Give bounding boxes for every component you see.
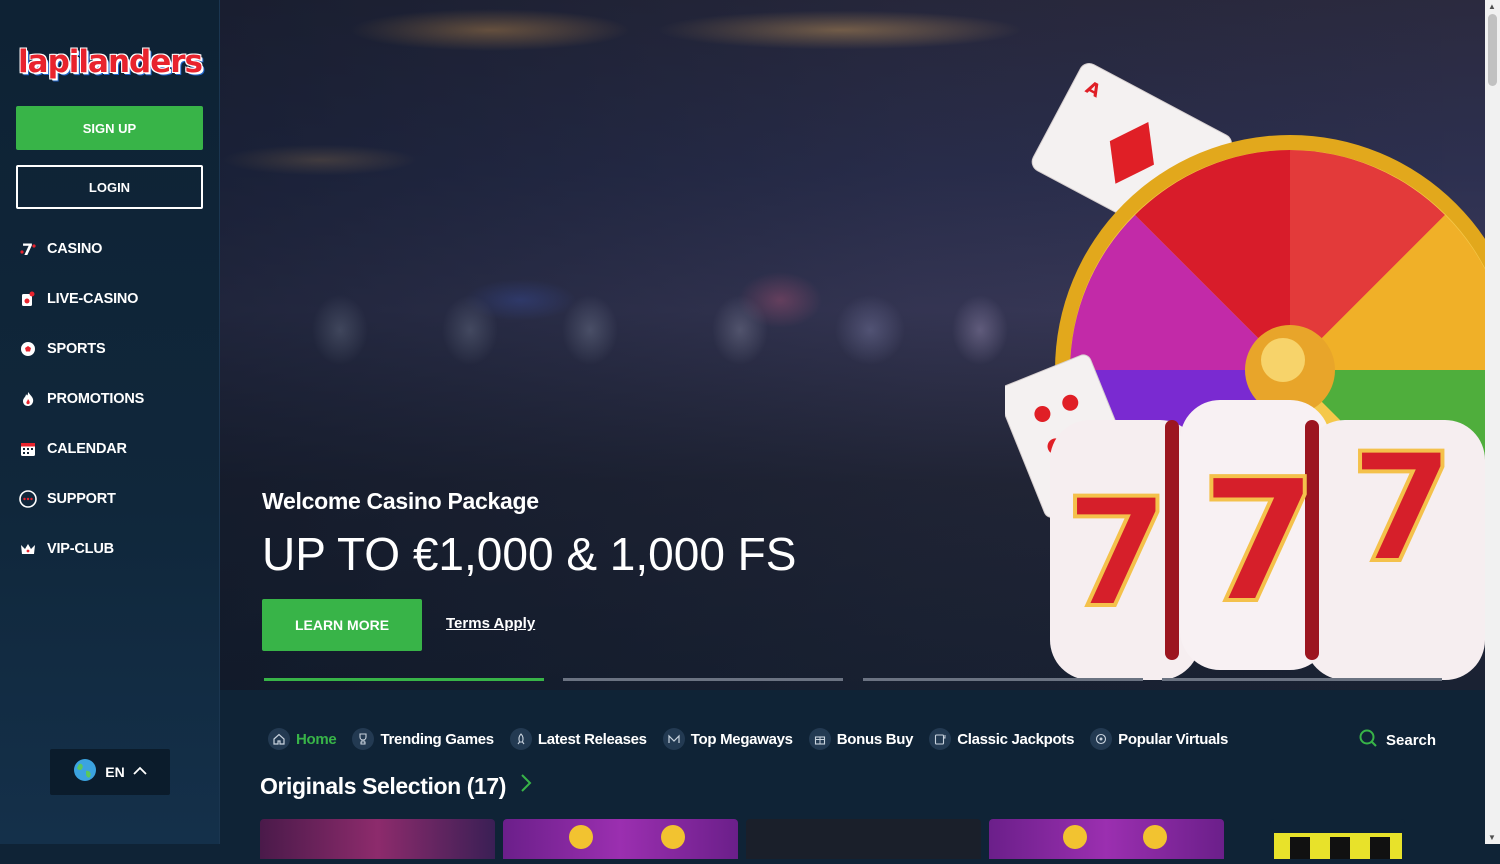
scroll-up-arrow-icon[interactable]: ▲: [1488, 2, 1496, 11]
svg-text:7: 7: [1200, 443, 1318, 641]
nav-item-support[interactable]: SUPPORT: [0, 474, 220, 524]
tab-label: Trending Games: [380, 730, 494, 748]
globe-icon: [73, 758, 97, 787]
home-icon: [268, 728, 290, 750]
brand-logo[interactable]: lapilanders: [18, 36, 203, 88]
search-label: Search: [1386, 732, 1437, 749]
slide-indicator-4[interactable]: [1162, 678, 1442, 681]
svg-text:7: 7: [1065, 467, 1169, 641]
game-tile[interactable]: [746, 819, 981, 859]
sidebar: lapilanders SIGN UP LOGIN 7 CASINO LIVE-…: [0, 0, 220, 844]
tab-label: Popular Virtuals: [1118, 730, 1229, 748]
tab-home[interactable]: Home: [268, 728, 337, 750]
svg-text:7: 7: [22, 240, 33, 258]
slide-indicator-1[interactable]: [264, 678, 544, 681]
trophy-icon: [352, 728, 375, 750]
tab-latest-releases[interactable]: Latest Releases: [509, 728, 647, 750]
hero-subtitle: Welcome Casino Package: [262, 488, 539, 514]
nav-item-promotions[interactable]: PROMOTIONS: [0, 374, 220, 424]
nav-label: CALENDAR: [47, 441, 127, 457]
page-scrollbar[interactable]: ▲ ▼: [1485, 0, 1500, 844]
language-selector[interactable]: EN: [50, 749, 170, 795]
hero-banner: A 7 7 7 Welcome Casino Package UP TO €1,…: [220, 0, 1485, 690]
nav-label: SUPPORT: [47, 491, 116, 507]
slot-art-icon: [1274, 833, 1402, 859]
slide-indicator-3[interactable]: [863, 678, 1143, 681]
tab-label: Home: [296, 730, 337, 748]
soccer-ball-icon: [18, 339, 38, 359]
nav-item-vip-club[interactable]: VIP-CLUB: [0, 524, 220, 574]
slide-indicator-2[interactable]: [563, 678, 843, 681]
category-tabs: Home Trending Games Latest Releases Top …: [268, 725, 1228, 753]
tab-trending-games[interactable]: Trending Games: [352, 728, 494, 750]
tab-label: Latest Releases: [537, 730, 647, 748]
game-tile[interactable]: [989, 819, 1224, 859]
logo-text: lapilanders: [18, 44, 203, 80]
nav-item-casino[interactable]: 7 CASINO: [0, 224, 220, 274]
tab-popular-virtuals[interactable]: Popular Virtuals: [1090, 728, 1228, 750]
chevron-right-icon: [520, 772, 532, 800]
megaways-icon: [662, 728, 685, 750]
terms-apply-link[interactable]: Terms Apply: [446, 615, 535, 632]
login-button[interactable]: LOGIN: [16, 165, 203, 209]
flame-icon: [18, 389, 38, 409]
calendar-icon: [18, 439, 38, 459]
coins-icon: [569, 825, 685, 849]
game-tile[interactable]: [1270, 819, 1405, 859]
chat-icon: [18, 489, 38, 509]
nav-item-live-casino[interactable]: LIVE-CASINO: [0, 274, 220, 324]
game-tile[interactable]: [503, 819, 738, 859]
slot-machine-icon: [929, 728, 952, 750]
nav-label: LIVE-CASINO: [47, 291, 139, 307]
chevron-up-icon: [133, 763, 147, 781]
tab-label: Bonus Buy: [836, 730, 914, 748]
tab-bonus-buy[interactable]: Bonus Buy: [808, 728, 914, 750]
hero-slot-illustration: A 7 7 7: [1005, 63, 1485, 680]
live-card-icon: [18, 289, 38, 309]
search-icon: [1358, 728, 1378, 753]
scrollbar-thumb[interactable]: [1488, 14, 1497, 86]
hero-title: UP TO €1,000 & 1,000 FS: [262, 528, 797, 580]
tab-top-megaways[interactable]: Top Megaways: [662, 728, 793, 750]
svg-text:7: 7: [1350, 422, 1454, 596]
nav-item-calendar[interactable]: CALENDAR: [0, 424, 220, 474]
section-header[interactable]: Originals Selection (17): [260, 772, 532, 800]
crown-icon: [18, 539, 38, 559]
nav-label: VIP-CLUB: [47, 541, 114, 557]
nav-item-sports[interactable]: SPORTS: [0, 324, 220, 374]
nav-label: SPORTS: [47, 341, 106, 357]
virtual-sports-icon: [1090, 728, 1113, 750]
scroll-down-arrow-icon[interactable]: ▼: [1488, 833, 1496, 842]
seven-icon: 7: [18, 239, 38, 259]
nav-label: CASINO: [47, 241, 103, 257]
game-tile[interactable]: [260, 819, 495, 859]
learn-more-button[interactable]: LEARN MORE: [262, 599, 422, 651]
language-label: EN: [105, 764, 125, 780]
gift-icon: [808, 728, 831, 750]
rocket-icon: [509, 728, 532, 750]
main-nav: 7 CASINO LIVE-CASINO SPORTS PROMOTIONS C…: [0, 224, 220, 574]
sign-up-button[interactable]: SIGN UP: [16, 106, 203, 150]
search-button[interactable]: Search: [1358, 728, 1436, 753]
tab-label: Classic Jackpots: [957, 730, 1075, 748]
tab-label: Top Megaways: [690, 730, 793, 748]
coins-icon: [1063, 825, 1167, 849]
tab-classic-jackpots[interactable]: Classic Jackpots: [929, 728, 1074, 750]
nav-label: PROMOTIONS: [47, 391, 145, 407]
section-title: Originals Selection (17): [260, 772, 507, 799]
